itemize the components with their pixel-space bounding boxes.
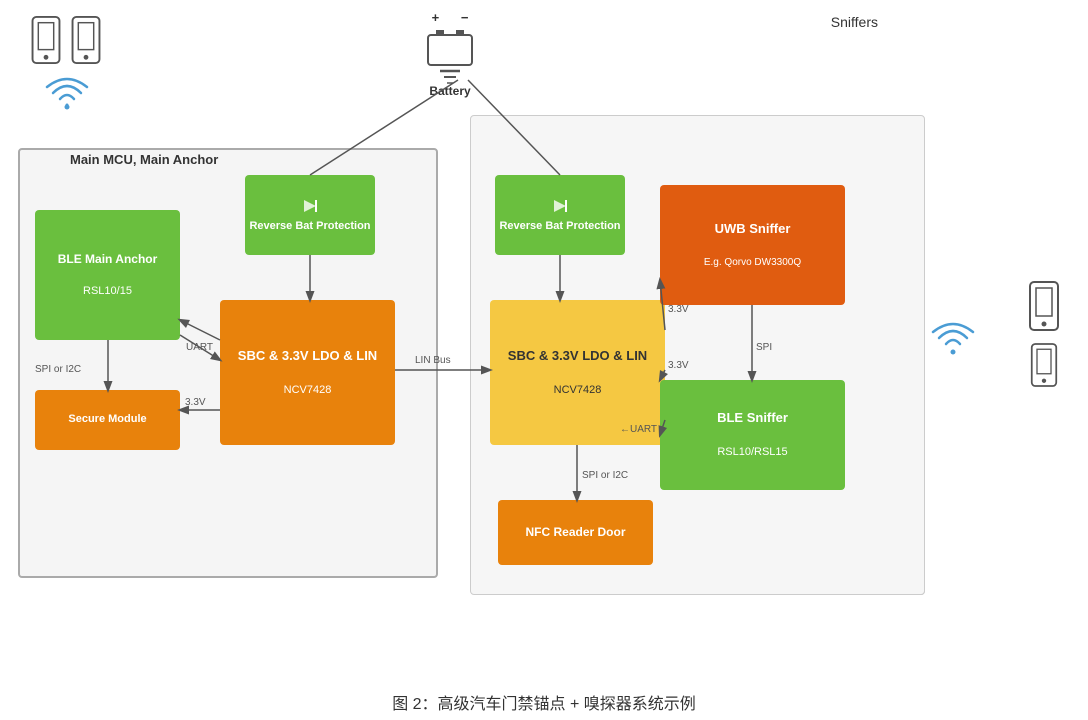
nfc-reader-block: NFC Reader Door (498, 500, 653, 565)
wifi-icon-right (928, 320, 978, 363)
phone-icon-2 (70, 15, 102, 65)
wifi-icon-left (42, 75, 92, 118)
ble-sniffer-subtitle: RSL10/RSL15 (717, 445, 787, 460)
sbc-left-block: SBC & 3.3V LDO & LIN NCV7428 (220, 300, 395, 445)
sbc-left-subtitle: NCV7428 (284, 383, 332, 398)
battery-icon (420, 27, 480, 87)
nfc-reader-title: NFC Reader Door (525, 524, 625, 541)
phone-icon-1 (30, 15, 62, 65)
reverse-bat-right-title: Reverse Bat Protection (499, 219, 620, 234)
phone-right-1 (1028, 280, 1060, 332)
main-mcu-label: Main MCU, Main Anchor (70, 152, 218, 167)
battery-area: + − Battery (420, 10, 480, 98)
reverse-bat-left-title: Reverse Bat Protection (249, 219, 370, 234)
uwb-sniffer-block: UWB Sniffer E.g. Qorvo DW3300Q (660, 185, 845, 305)
ble-main-anchor-title: BLE Main Anchor (58, 251, 158, 268)
battery-plus: + (432, 10, 440, 25)
caption: 图 2：高级汽车门禁锚点 + 嗅探器系统示例 (0, 680, 1088, 720)
sbc-left-title: SBC & 3.3V LDO & LIN (238, 347, 377, 365)
sbc-right-block: SBC & 3.3V LDO & LIN NCV7428 (490, 300, 665, 445)
uwb-sniffer-title: UWB Sniffer (715, 220, 791, 238)
ble-sniffer-block: BLE Sniffer RSL10/RSL15 (660, 380, 845, 490)
diode-icon-left (300, 196, 320, 216)
secure-module-title: Secure Module (68, 412, 146, 427)
ble-main-anchor-block: BLE Main Anchor RSL10/15 (35, 210, 180, 340)
diagram-container: + − Battery Sniffers Main MCU, Main Anch… (0, 0, 1088, 680)
ble-sniffer-title: BLE Sniffer (717, 409, 788, 427)
battery-minus: − (461, 10, 469, 25)
phone-right-2 (1030, 342, 1058, 388)
sbc-right-title: SBC & 3.3V LDO & LIN (508, 347, 647, 365)
sniffers-label: Sniffers (831, 14, 878, 30)
sbc-right-subtitle: NCV7428 (554, 383, 602, 398)
phones-top-left (30, 15, 102, 65)
ble-main-anchor-subtitle: RSL10/15 (83, 284, 132, 299)
reverse-bat-left-block: Reverse Bat Protection (245, 175, 375, 255)
phones-right (1028, 280, 1060, 388)
diode-icon-right (550, 196, 570, 216)
uwb-sniffer-subtitle: E.g. Qorvo DW3300Q (704, 256, 801, 270)
reverse-bat-right-block: Reverse Bat Protection (495, 175, 625, 255)
secure-module-block: Secure Module (35, 390, 180, 450)
